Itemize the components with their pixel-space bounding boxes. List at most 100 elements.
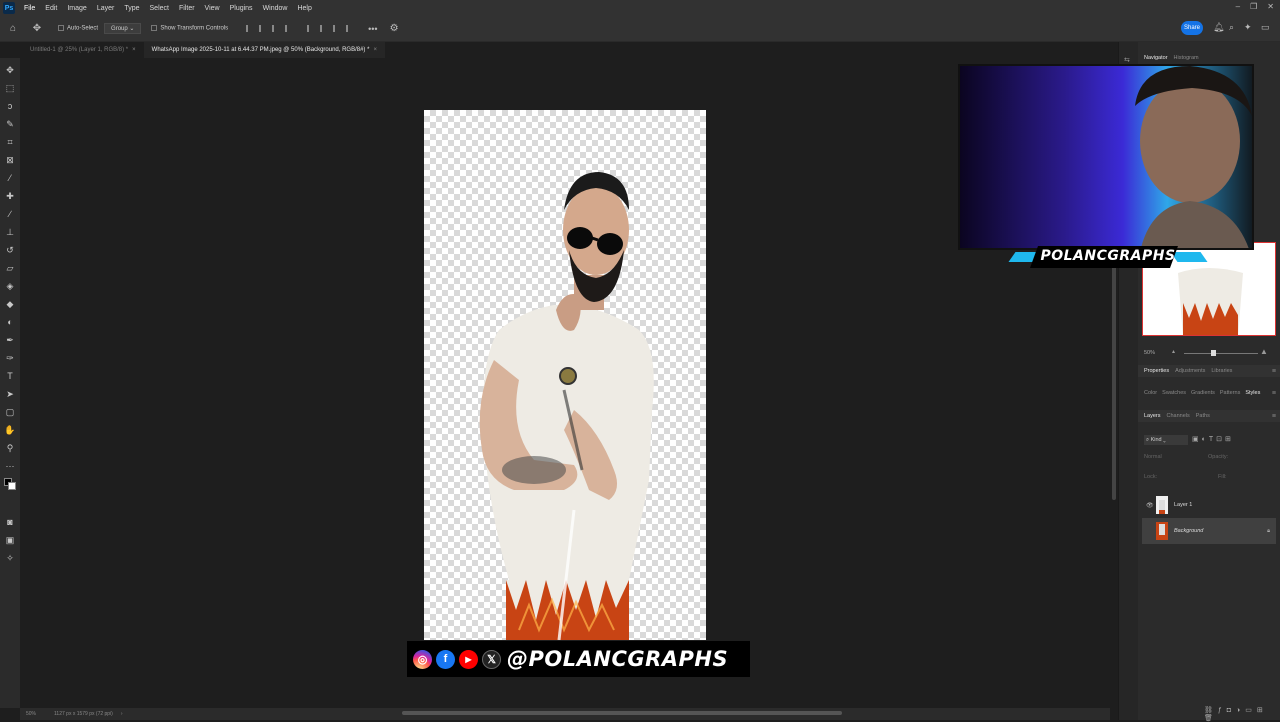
layer-row-background[interactable]: Background 🔒︎ — [1142, 518, 1276, 544]
tab-patterns[interactable]: Patterns — [1220, 390, 1240, 396]
show-transform-checkbox[interactable]: Show Transform Controls — [151, 25, 228, 32]
blur-tool-icon[interactable]: ◆ — [4, 298, 16, 310]
tab-layers[interactable]: Layers — [1144, 413, 1161, 419]
add-mask-icon[interactable]: ◘ — [1227, 707, 1236, 714]
panel-menu-icon[interactable]: ≡ — [1272, 390, 1276, 397]
quick-select-tool-icon[interactable]: ✎ — [4, 118, 16, 130]
nav-zoom-handle[interactable] — [1211, 350, 1216, 356]
tab-color[interactable]: Color — [1144, 390, 1157, 396]
gradient-tool-icon[interactable]: ◈ — [4, 280, 16, 292]
panel-strip-icon[interactable]: ⇆ — [1124, 56, 1130, 64]
rectangle-tool-icon[interactable]: ▢ — [4, 406, 16, 418]
type-tool-icon[interactable]: T — [4, 370, 16, 382]
menu-image[interactable]: Image — [62, 5, 91, 12]
panel-menu-icon[interactable]: ≡ — [1272, 413, 1276, 420]
status-arrow-icon[interactable]: › — [121, 711, 123, 717]
menu-file[interactable]: File — [19, 5, 40, 12]
eyedropper-tool-icon[interactable]: ⁄ — [4, 172, 16, 184]
new-layer-icon[interactable]: ⊞ — [1257, 707, 1268, 714]
layer-filter-icons[interactable]: ▣◐T⊡⊞ — [1192, 435, 1234, 443]
fx-icon[interactable]: ƒ — [1218, 707, 1227, 714]
align-middle-icon[interactable] — [320, 25, 328, 32]
path-selection-tool-icon[interactable]: ➤ — [4, 388, 16, 400]
tab-close-icon[interactable]: × — [373, 47, 377, 53]
zoom-level[interactable]: 50% — [26, 711, 36, 717]
zoom-in-icon[interactable]: ▲ — [1260, 347, 1268, 356]
share-button[interactable]: Share — [1181, 21, 1203, 35]
tab-paths[interactable]: Paths — [1196, 413, 1210, 419]
new-group-icon[interactable]: ▭ — [1245, 707, 1257, 714]
layer-row-layer-1[interactable]: 👁︎ Layer 1 — [1142, 492, 1276, 518]
blend-mode-select[interactable]: Normal — [1144, 454, 1162, 460]
layer-name[interactable]: Layer 1 — [1174, 502, 1192, 508]
dodge-tool-icon[interactable]: ◐ — [4, 316, 16, 328]
zoom-out-icon[interactable]: ▴ — [1172, 348, 1175, 355]
menu-view[interactable]: View — [200, 5, 225, 12]
menu-select[interactable]: Select — [145, 5, 174, 12]
minimize-icon[interactable]: – — [1236, 2, 1240, 11]
color-swatches-icon[interactable] — [4, 478, 16, 490]
tab-adjustments[interactable]: Adjustments — [1175, 368, 1205, 374]
adjustment-layer-icon[interactable]: ◑ — [1236, 707, 1245, 714]
restore-icon[interactable]: ❐ — [1250, 2, 1257, 11]
discover-icon[interactable]: ✦ — [1244, 22, 1252, 33]
menu-help[interactable]: Help — [292, 5, 316, 12]
menu-window[interactable]: Window — [258, 5, 293, 12]
more-tools-icon[interactable]: ··· — [4, 460, 16, 472]
eraser-tool-icon[interactable]: ▱ — [4, 262, 16, 274]
align-center-icon[interactable] — [259, 25, 267, 32]
align-left-icon[interactable] — [246, 25, 254, 32]
close-icon[interactable]: ✕ — [1267, 2, 1274, 11]
panel-menu-icon[interactable]: ≡ — [1272, 368, 1276, 375]
menu-plugins[interactable]: Plugins — [225, 5, 258, 12]
workspace-icon[interactable]: ▭ — [1261, 22, 1270, 33]
tab-properties[interactable]: Properties — [1144, 368, 1169, 374]
tab-histogram[interactable]: Histogram — [1174, 55, 1199, 61]
document-canvas[interactable] — [424, 110, 706, 640]
move-tool-icon[interactable]: ✥ — [4, 64, 16, 76]
crop-tool-icon[interactable]: ⌗ — [4, 136, 16, 148]
nav-zoom-slider[interactable] — [1184, 353, 1258, 354]
bell-icon[interactable]: 🔔︎ — [1213, 22, 1224, 33]
tab-close-icon[interactable]: × — [132, 47, 136, 53]
zoom-tool-icon[interactable]: ⚲ — [4, 442, 16, 454]
align-bottom-icon[interactable] — [333, 25, 341, 32]
nav-zoom-value[interactable]: 50% — [1144, 350, 1155, 356]
menu-layer[interactable]: Layer — [92, 5, 120, 12]
generative-icon[interactable]: ✧ — [4, 552, 16, 564]
distribute-vertical-icon[interactable] — [346, 25, 354, 32]
tab-gradients[interactable]: Gradients — [1191, 390, 1215, 396]
pen-tool-alt-icon[interactable]: ✑ — [4, 352, 16, 364]
pen-tool-icon[interactable]: ✒ — [4, 334, 16, 346]
settings-gear-icon[interactable]: ⚙ — [390, 23, 399, 34]
horizontal-scrollbar[interactable] — [402, 711, 842, 715]
delete-layer-icon[interactable]: 🗑︎ — [1204, 715, 1218, 722]
screen-mode-icon[interactable]: ▣ — [4, 534, 16, 546]
tab-swatches[interactable]: Swatches — [1162, 390, 1186, 396]
align-top-icon[interactable] — [307, 25, 315, 32]
tab-styles[interactable]: Styles — [1245, 390, 1260, 396]
move-tool-icon[interactable]: ✥ — [30, 22, 44, 36]
tab-navigator[interactable]: Navigator — [1144, 55, 1168, 61]
quick-mask-icon[interactable]: ◙ — [4, 516, 16, 528]
brush-tool-icon[interactable]: ∕ — [4, 208, 16, 220]
tab-untitled-1[interactable]: Untitled-1 @ 25% (Layer 1, RGB/8) * × — [22, 42, 144, 58]
marquee-tool-icon[interactable]: ⬚ — [4, 82, 16, 94]
more-options-icon[interactable]: ••• — [368, 24, 377, 34]
lasso-tool-icon[interactable]: ↄ — [4, 100, 16, 112]
healing-brush-tool-icon[interactable]: ✚ — [4, 190, 16, 202]
home-icon[interactable]: ⌂ — [6, 22, 20, 36]
layer-name[interactable]: Background — [1174, 528, 1203, 534]
group-select[interactable]: Group ⌄ — [104, 23, 142, 34]
link-layers-icon[interactable]: ⛓ — [1204, 707, 1218, 714]
frame-tool-icon[interactable]: ⊠ — [4, 154, 16, 166]
visibility-eye-icon[interactable]: 👁︎ — [1146, 502, 1154, 509]
history-brush-tool-icon[interactable]: ↺ — [4, 244, 16, 256]
menu-edit[interactable]: Edit — [40, 5, 62, 12]
layer-filter-kind[interactable]: ⌕ Kind ⌄ — [1144, 435, 1188, 445]
align-right-icon[interactable] — [272, 25, 280, 32]
search-icon[interactable]: ⌕ — [1229, 22, 1234, 33]
lock-icon[interactable]: 🔒︎ — [1267, 528, 1270, 535]
auto-select-checkbox[interactable]: Auto-Select — [58, 25, 98, 32]
menu-filter[interactable]: Filter — [174, 5, 200, 12]
